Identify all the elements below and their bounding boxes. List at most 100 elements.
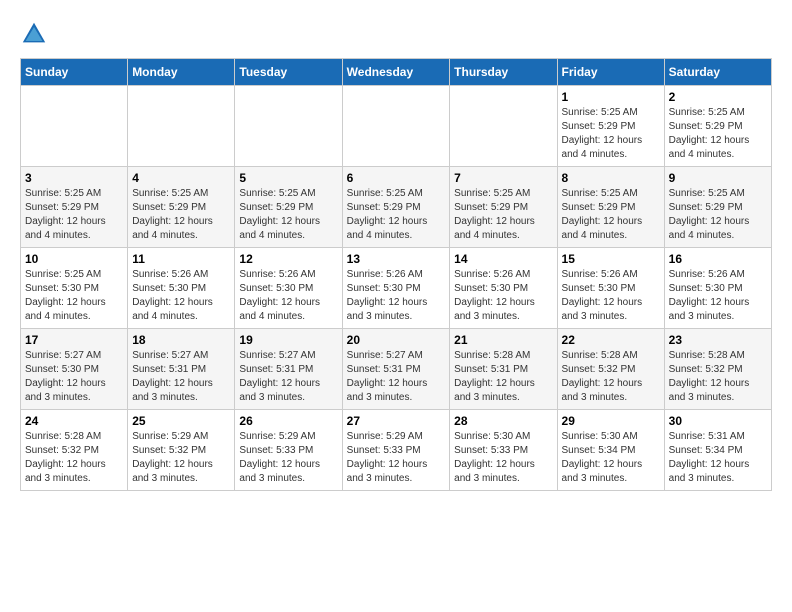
calendar-cell — [21, 86, 128, 167]
calendar-cell: 27Sunrise: 5:29 AM Sunset: 5:33 PM Dayli… — [342, 410, 450, 491]
day-info: Sunrise: 5:25 AM Sunset: 5:29 PM Dayligh… — [347, 187, 446, 243]
calendar-cell — [342, 86, 450, 167]
day-number: 8 — [562, 171, 660, 185]
weekday-header-saturday: Saturday — [664, 59, 771, 86]
day-info: Sunrise: 5:28 AM Sunset: 5:32 PM Dayligh… — [669, 349, 767, 405]
calendar-table: SundayMondayTuesdayWednesdayThursdayFrid… — [20, 58, 772, 491]
calendar-cell: 12 Sunrise: 5:26 AM Sunset: 5:30 PM Dayli… — [235, 248, 342, 329]
day-number: 20 — [347, 333, 446, 347]
day-number: 9 — [669, 171, 767, 185]
weekday-header-wednesday: Wednesday — [342, 59, 450, 86]
day-number: 14 — [454, 252, 552, 266]
calendar-cell: 22 Sunrise: 5:28 AM Sunset: 5:32 PM Dayli… — [557, 329, 664, 410]
day-info: Sunrise: 5:25 AM Sunset: 5:29 PM Dayligh… — [669, 106, 767, 162]
day-number: 4 — [132, 171, 230, 185]
day-info: Sunrise: 5:27 AM Sunset: 5:31 PM Dayligh… — [239, 349, 337, 405]
calendar-header-row: SundayMondayTuesdayWednesdayThursdayFrid… — [21, 59, 772, 86]
day-number: 26 — [239, 414, 337, 428]
day-number: 13 — [347, 252, 446, 266]
calendar-cell: 7Sunrise: 5:25 AM Sunset: 5:29 PM Daylig… — [450, 167, 557, 248]
day-number: 18 — [132, 333, 230, 347]
day-info: Sunrise: 5:28 AM Sunset: 5:32 PM Dayligh… — [562, 349, 660, 405]
day-number: 12 — [239, 252, 337, 266]
calendar-cell: 25 Sunrise: 5:29 AM Sunset: 5:32 PM Dayli… — [128, 410, 235, 491]
day-info: Sunrise: 5:28 AM Sunset: 5:31 PM Dayligh… — [454, 349, 552, 405]
day-info: Sunrise: 5:29 AM Sunset: 5:32 PM Dayligh… — [132, 430, 230, 486]
calendar-cell: 18 Sunrise: 5:27 AM Sunset: 5:31 PM Dayli… — [128, 329, 235, 410]
calendar-cell: 26 Sunrise: 5:29 AM Sunset: 5:33 PM Dayli… — [235, 410, 342, 491]
day-info: Sunrise: 5:25 AM Sunset: 5:29 PM Dayligh… — [25, 187, 123, 243]
day-info: Sunrise: 5:25 AM Sunset: 5:29 PM Dayligh… — [562, 106, 660, 162]
day-number: 5 — [239, 171, 337, 185]
day-info: Sunrise: 5:29 AM Sunset: 5:33 PM Dayligh… — [347, 430, 446, 486]
calendar-cell: 15 Sunrise: 5:26 AM Sunset: 5:30 PM Dayli… — [557, 248, 664, 329]
calendar-week-2: 3 Sunrise: 5:25 AM Sunset: 5:29 PM Daylig… — [21, 167, 772, 248]
logo — [20, 20, 52, 48]
day-number: 2 — [669, 90, 767, 104]
day-info: Sunrise: 5:27 AM Sunset: 5:31 PM Dayligh… — [132, 349, 230, 405]
day-number: 10 — [25, 252, 123, 266]
day-info: Sunrise: 5:26 AM Sunset: 5:30 PM Dayligh… — [669, 268, 767, 324]
day-number: 17 — [25, 333, 123, 347]
day-number: 11 — [132, 252, 230, 266]
calendar-cell: 5 Sunrise: 5:25 AM Sunset: 5:29 PM Daylig… — [235, 167, 342, 248]
calendar-week-1: 1 Sunrise: 5:25 AM Sunset: 5:29 PM Daylig… — [21, 86, 772, 167]
day-info: Sunrise: 5:30 AM Sunset: 5:33 PM Dayligh… — [454, 430, 552, 486]
calendar-cell: 19 Sunrise: 5:27 AM Sunset: 5:31 PM Dayli… — [235, 329, 342, 410]
calendar-cell — [450, 86, 557, 167]
day-number: 22 — [562, 333, 660, 347]
day-info: Sunrise: 5:26 AM Sunset: 5:30 PM Dayligh… — [239, 268, 337, 324]
day-number: 23 — [669, 333, 767, 347]
day-number: 7 — [454, 171, 552, 185]
page-header — [20, 20, 772, 48]
calendar-cell: 16 Sunrise: 5:26 AM Sunset: 5:30 PM Dayli… — [664, 248, 771, 329]
weekday-header-tuesday: Tuesday — [235, 59, 342, 86]
calendar-cell: 28 Sunrise: 5:30 AM Sunset: 5:33 PM Dayli… — [450, 410, 557, 491]
calendar-cell: 10Sunrise: 5:25 AM Sunset: 5:30 PM Dayli… — [21, 248, 128, 329]
day-info: Sunrise: 5:26 AM Sunset: 5:30 PM Dayligh… — [562, 268, 660, 324]
day-number: 1 — [562, 90, 660, 104]
day-info: Sunrise: 5:25 AM Sunset: 5:29 PM Dayligh… — [239, 187, 337, 243]
calendar-cell: 17 Sunrise: 5:27 AM Sunset: 5:30 PM Dayli… — [21, 329, 128, 410]
calendar-cell: 30 Sunrise: 5:31 AM Sunset: 5:34 PM Dayli… — [664, 410, 771, 491]
calendar-cell: 24Sunrise: 5:28 AM Sunset: 5:32 PM Dayli… — [21, 410, 128, 491]
day-number: 21 — [454, 333, 552, 347]
calendar-cell: 21 Sunrise: 5:28 AM Sunset: 5:31 PM Dayli… — [450, 329, 557, 410]
day-info: Sunrise: 5:31 AM Sunset: 5:34 PM Dayligh… — [669, 430, 767, 486]
day-number: 6 — [347, 171, 446, 185]
day-number: 15 — [562, 252, 660, 266]
calendar-cell: 13Sunrise: 5:26 AM Sunset: 5:30 PM Dayli… — [342, 248, 450, 329]
day-number: 3 — [25, 171, 123, 185]
day-info: Sunrise: 5:27 AM Sunset: 5:31 PM Dayligh… — [347, 349, 446, 405]
day-number: 16 — [669, 252, 767, 266]
day-info: Sunrise: 5:27 AM Sunset: 5:30 PM Dayligh… — [25, 349, 123, 405]
day-info: Sunrise: 5:29 AM Sunset: 5:33 PM Dayligh… — [239, 430, 337, 486]
day-number: 25 — [132, 414, 230, 428]
day-number: 28 — [454, 414, 552, 428]
calendar-cell: 1 Sunrise: 5:25 AM Sunset: 5:29 PM Daylig… — [557, 86, 664, 167]
calendar-cell: 11 Sunrise: 5:26 AM Sunset: 5:30 PM Dayli… — [128, 248, 235, 329]
logo-icon — [20, 20, 48, 48]
calendar-cell: 6 Sunrise: 5:25 AM Sunset: 5:29 PM Daylig… — [342, 167, 450, 248]
day-number: 19 — [239, 333, 337, 347]
day-info: Sunrise: 5:25 AM Sunset: 5:29 PM Dayligh… — [132, 187, 230, 243]
calendar-cell — [235, 86, 342, 167]
weekday-header-friday: Friday — [557, 59, 664, 86]
weekday-header-thursday: Thursday — [450, 59, 557, 86]
calendar-cell: 23 Sunrise: 5:28 AM Sunset: 5:32 PM Dayli… — [664, 329, 771, 410]
day-info: Sunrise: 5:26 AM Sunset: 5:30 PM Dayligh… — [454, 268, 552, 324]
calendar-cell: 9 Sunrise: 5:25 AM Sunset: 5:29 PM Daylig… — [664, 167, 771, 248]
day-number: 29 — [562, 414, 660, 428]
calendar-week-4: 17 Sunrise: 5:27 AM Sunset: 5:30 PM Dayli… — [21, 329, 772, 410]
calendar-cell: 2 Sunrise: 5:25 AM Sunset: 5:29 PM Daylig… — [664, 86, 771, 167]
day-number: 30 — [669, 414, 767, 428]
calendar-cell: 29 Sunrise: 5:30 AM Sunset: 5:34 PM Dayli… — [557, 410, 664, 491]
day-info: Sunrise: 5:26 AM Sunset: 5:30 PM Dayligh… — [132, 268, 230, 324]
day-info: Sunrise: 5:25 AM Sunset: 5:29 PM Dayligh… — [669, 187, 767, 243]
calendar-week-3: 10Sunrise: 5:25 AM Sunset: 5:30 PM Dayli… — [21, 248, 772, 329]
day-info: Sunrise: 5:30 AM Sunset: 5:34 PM Dayligh… — [562, 430, 660, 486]
day-number: 24 — [25, 414, 123, 428]
calendar-cell: 3 Sunrise: 5:25 AM Sunset: 5:29 PM Daylig… — [21, 167, 128, 248]
calendar-cell: 20 Sunrise: 5:27 AM Sunset: 5:31 PM Dayli… — [342, 329, 450, 410]
weekday-header-sunday: Sunday — [21, 59, 128, 86]
